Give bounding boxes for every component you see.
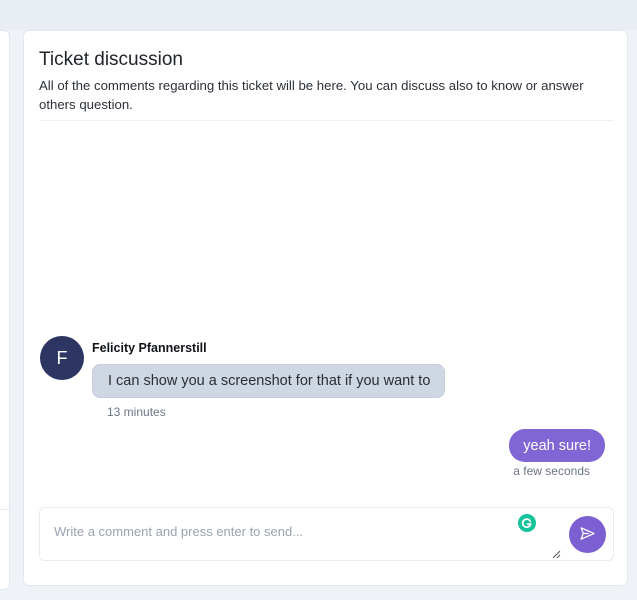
top-bar-strip	[0, 0, 637, 30]
card-description: All of the comments regarding this ticke…	[39, 78, 584, 112]
card-header: Ticket discussion All of the comments re…	[39, 48, 614, 114]
ticket-discussion-card: Ticket discussion All of the comments re…	[23, 30, 628, 586]
left-panel-divider	[0, 509, 9, 510]
outgoing-message-bubble: yeah sure!	[509, 429, 605, 462]
send-button[interactable]	[569, 516, 606, 553]
comment-composer	[39, 507, 614, 561]
left-panel	[0, 30, 10, 590]
send-icon	[579, 525, 596, 545]
sender-name: Felicity Pfannerstill	[92, 341, 207, 355]
header-divider	[39, 120, 614, 121]
grammarly-icon[interactable]	[518, 514, 536, 532]
incoming-message-bubble: I can show you a screenshot for that if …	[92, 364, 446, 398]
outgoing-message-timestamp: a few seconds	[513, 464, 590, 478]
resize-handle-icon[interactable]	[552, 546, 561, 559]
message-timestamp: 13 minutes	[107, 405, 166, 419]
avatar[interactable]: F	[40, 336, 84, 380]
incoming-message: F Felicity Pfannerstill I can show you a…	[40, 336, 480, 419]
page-title: Ticket discussion	[39, 49, 183, 70]
comment-input[interactable]	[40, 508, 560, 560]
